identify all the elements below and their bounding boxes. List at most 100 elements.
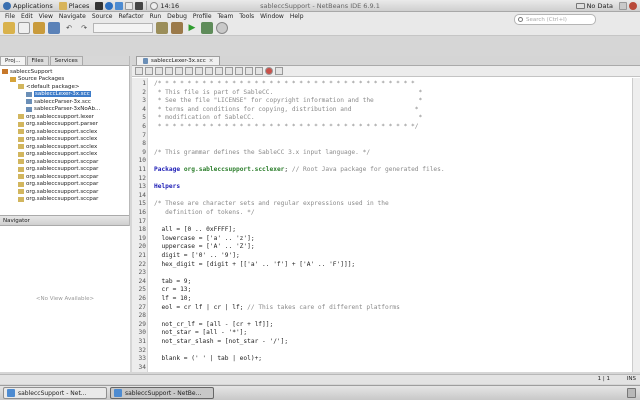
applications-menu[interactable]: Applications (0, 1, 56, 10)
code-line: 33 blank = (' ' | tab | eol)+; (132, 355, 640, 364)
menu-edit[interactable]: Edit (18, 13, 36, 20)
save-all-icon[interactable] (48, 22, 60, 34)
tree-node[interactable]: org.sableccsupport.sccpar (0, 196, 129, 204)
tree-node[interactable]: sableccParser-3x.scc (0, 98, 129, 106)
browser-icon[interactable] (105, 1, 114, 10)
file-icon (143, 58, 148, 64)
debug-icon[interactable] (201, 22, 213, 34)
tree-node-label: org.sableccsupport.sccpar (26, 181, 99, 188)
menu-view[interactable]: View (36, 13, 56, 20)
find-next-icon[interactable] (195, 67, 203, 75)
toggle-highlight-icon[interactable] (205, 67, 213, 75)
clock[interactable]: 14:16 (147, 1, 182, 10)
code-token: * This file is part of SableCC. * (154, 88, 423, 96)
taskbar-window-label: sableccSupport - NetBe... (125, 389, 202, 397)
power-icon[interactable] (629, 1, 637, 10)
menu-run[interactable]: Run (147, 13, 165, 20)
left-tab-2[interactable]: Services (49, 56, 83, 65)
back-icon[interactable] (155, 67, 163, 75)
tree-node[interactable]: org.sableccsupport.scclex (0, 151, 129, 159)
code-area[interactable]: 1 /* * * * * * * * * * * * * * * * * * * … (132, 78, 640, 372)
tree-node[interactable]: <default package> (0, 83, 129, 91)
code-token: * terms and conditions for copying, dist… (154, 105, 419, 113)
close-icon[interactable]: × (209, 58, 214, 64)
record-macro-icon[interactable] (265, 67, 273, 75)
menu-source[interactable]: Source (89, 13, 116, 20)
trash-icon[interactable] (627, 388, 636, 398)
code-token: digit = ['0' .. '9']; (154, 252, 240, 259)
tree-node[interactable]: org.sableccsupport.sccpar (0, 181, 129, 189)
code-line: 4 * terms and conditions for copying, di… (132, 106, 640, 115)
terminal-icon-2[interactable] (135, 1, 144, 10)
left-tab-0[interactable]: Proj... (0, 56, 26, 65)
menu-refactor[interactable]: Refactor (115, 13, 146, 20)
find-prev-icon[interactable] (185, 67, 193, 75)
editor-tab-label: sableccLexer-3x.scc (151, 58, 206, 64)
menu-help[interactable]: Help (287, 13, 307, 20)
minimize-icon[interactable] (619, 1, 627, 10)
tree-node[interactable]: org.sableccsupport.scclex (0, 143, 129, 151)
menu-navigate[interactable]: Navigate (56, 13, 89, 20)
shift-right-icon[interactable] (255, 67, 263, 75)
code-token: cr = 13; (154, 286, 192, 294)
clean-build-icon[interactable] (171, 22, 183, 34)
navigator-title[interactable]: Navigator (0, 216, 129, 226)
tree-node[interactable]: org.sableccsupport.sccpar (0, 158, 129, 166)
history-icon[interactable] (145, 67, 153, 75)
shift-left-icon[interactable] (245, 67, 253, 75)
forward-icon[interactable] (165, 67, 173, 75)
new-project-icon[interactable] (3, 22, 15, 34)
toggle-bookmark-icon[interactable] (215, 67, 223, 75)
open-project-icon[interactable] (33, 22, 45, 34)
search-box[interactable]: Search (Ctrl+I) (514, 14, 596, 25)
run-icon[interactable]: ▶ (186, 22, 198, 34)
menu-tools[interactable]: Tools (236, 13, 257, 20)
tree-node[interactable]: sableccSupport (0, 68, 129, 76)
code-token: not_cr_lf = [all - [cr + lf]]; (154, 320, 274, 328)
netbeans-icon[interactable] (115, 1, 124, 10)
stop-macro-icon[interactable] (275, 67, 283, 75)
menu-debug[interactable]: Debug (164, 13, 190, 20)
taskbar-window-1[interactable]: sableccSupport - NetBe... (110, 387, 214, 399)
places-menu[interactable]: Places (56, 1, 93, 10)
tree-node[interactable]: org.sableccsupport.sccpar (0, 166, 129, 174)
tree-node[interactable]: org.sableccsupport.scclex (0, 128, 129, 136)
profile-icon[interactable] (216, 22, 228, 34)
tree-node[interactable]: org.sableccsupport.lexer (0, 113, 129, 121)
left-tab-1[interactable]: Files (26, 56, 49, 65)
menu-team[interactable]: Team (215, 13, 237, 20)
source-view-icon[interactable] (135, 67, 143, 75)
terminal-icon[interactable] (95, 1, 104, 10)
code-token: ; (284, 166, 292, 173)
find-icon[interactable] (175, 67, 183, 75)
line-number: 19 (138, 234, 146, 242)
menu-window[interactable]: Window (257, 13, 287, 20)
document-icon[interactable] (125, 1, 134, 10)
tree-node[interactable]: sableccParser-3xNoAb... (0, 106, 129, 114)
build-icon[interactable] (156, 22, 168, 34)
menu-profile[interactable]: Profile (190, 13, 215, 20)
redo-icon[interactable]: ↷ (78, 22, 90, 34)
editor-tab-sableccLexer[interactable]: sableccLexer-3x.scc × (136, 56, 221, 65)
new-file-icon[interactable] (18, 22, 30, 34)
insert-mode: INS (626, 376, 636, 382)
battery-indicator[interactable]: No Data (573, 2, 616, 10)
tree-node[interactable]: org.sableccsupport.sccpar (0, 173, 129, 181)
code-text: * * * * * * * * * * * * * * * * * * * * … (154, 123, 419, 132)
menu-file[interactable]: File (2, 13, 18, 20)
tree-node[interactable]: org.sableccsupport.parser (0, 121, 129, 129)
tree-node[interactable]: org.sableccsupport.scclex (0, 136, 129, 144)
code-text: not_cr_lf = [all - [cr + lf]]; (154, 321, 273, 330)
configuration-combo[interactable] (93, 23, 153, 33)
editor-scrollbar[interactable] (632, 78, 640, 372)
tree-node[interactable]: Source Packages (0, 76, 129, 84)
line-number: 12 (138, 174, 146, 182)
tree-node[interactable]: org.sableccsupport.sccpar (0, 188, 129, 196)
undo-icon[interactable]: ↶ (63, 22, 75, 34)
next-bookmark-icon[interactable] (235, 67, 243, 75)
prev-bookmark-icon[interactable] (225, 67, 233, 75)
tree-node[interactable]: sableccLexer-3x.scc (0, 91, 129, 99)
taskbar-window-0[interactable]: sableccSupport - Net... (3, 387, 107, 399)
clock-icon (150, 1, 159, 10)
folder-icon (58, 1, 67, 10)
